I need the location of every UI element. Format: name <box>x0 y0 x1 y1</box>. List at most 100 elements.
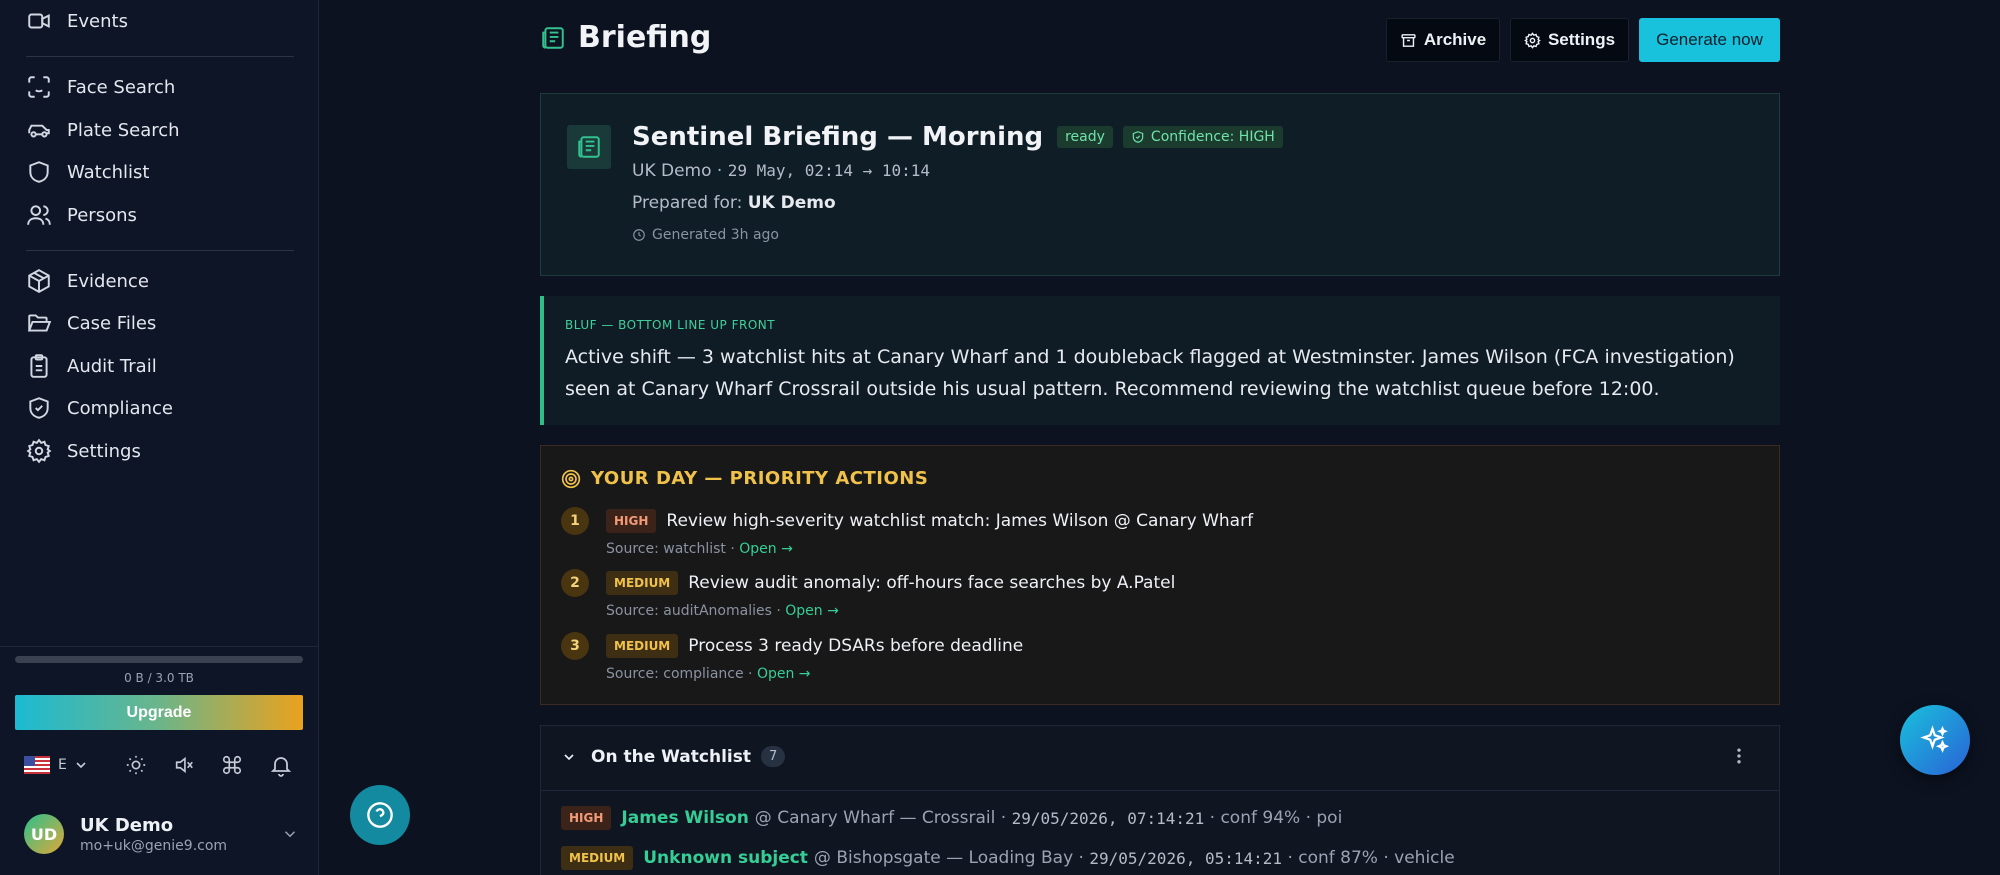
sidebar-item-label: Watchlist <box>67 161 150 183</box>
bluf-text: Active shift — 3 watchlist hits at Canar… <box>565 346 1735 400</box>
generate-now-button[interactable]: Generate now <box>1639 18 1780 62</box>
settings-button[interactable]: Settings <box>1510 18 1629 62</box>
clipboard-icon <box>26 353 52 379</box>
table-row[interactable]: HIGH James Wilson @ Canary Wharf — Cross… <box>561 806 1342 830</box>
more-vertical-icon <box>1737 748 1741 764</box>
sidebar-item-label: Settings <box>67 440 141 462</box>
briefing-window: 29 May, 02:14 → 10:14 <box>727 161 931 180</box>
table-row[interactable]: MEDIUM Unknown subject @ Bishopsgate — L… <box>561 846 1455 870</box>
archive-label: Archive <box>1423 30 1487 49</box>
theme-toggle[interactable] <box>125 754 147 776</box>
sidebar-item-label: Persons <box>67 204 137 226</box>
action-source-text: Source: watchlist · <box>606 541 735 557</box>
mute-toggle[interactable] <box>173 754 195 776</box>
generated-text: Generated 3h ago <box>652 227 779 243</box>
speaker-muted-icon <box>175 756 193 774</box>
face-scan-icon <box>26 74 52 100</box>
list-item: 1 HIGH Review high-severity watchlist ma… <box>561 506 1253 557</box>
action-number: 2 <box>561 569 589 597</box>
sidebar-item-plate-search[interactable]: Plate Search <box>26 113 180 147</box>
action-source: Source: compliance · Open → <box>606 666 1023 682</box>
action-source: Source: watchlist · Open → <box>606 541 1253 557</box>
sidebar-item-evidence[interactable]: Evidence <box>26 264 149 298</box>
subject-name[interactable]: Unknown subject <box>643 848 808 868</box>
car-icon <box>26 117 52 143</box>
page-title-text: Briefing <box>578 20 712 55</box>
action-text: Review audit anomaly: off-hours face sea… <box>688 573 1176 593</box>
watchlist-section-toggle[interactable]: On the Watchlist 7 <box>561 746 786 767</box>
user-info: UK Demo mo+uk@genie9.com <box>80 815 227 854</box>
sun-icon <box>126 755 146 775</box>
command-icon <box>222 755 241 775</box>
user-menu[interactable]: UD UK Demo mo+uk@genie9.com <box>24 810 299 858</box>
action-source: Source: auditAnomalies · Open → <box>606 603 1175 619</box>
newspaper-icon <box>540 25 566 51</box>
user-name: UK Demo <box>80 814 174 836</box>
confidence-text: Confidence: HIGH <box>1150 129 1275 145</box>
action-number: 3 <box>561 632 589 660</box>
newspaper-icon <box>567 125 611 169</box>
priority-badge: MEDIUM <box>561 846 634 870</box>
prepared-for-value: UK Demo <box>747 193 836 213</box>
confidence-badge: Confidence: HIGH <box>1122 126 1283 148</box>
watchlist-divider <box>541 790 1779 791</box>
hit-location: @ Bishopsgate — Loading Bay · <box>813 848 1084 868</box>
users-icon <box>26 202 52 228</box>
briefing-title-row: Sentinel Briefing — Morning ready Confid… <box>632 122 1293 152</box>
avatar: UD <box>24 814 64 854</box>
upgrade-button[interactable]: Upgrade <box>15 695 303 730</box>
storage-progress <box>15 656 303 663</box>
sidebar-item-face-search[interactable]: Face Search <box>26 70 175 104</box>
help-circle-icon <box>367 802 393 828</box>
hit-location: @ Canary Wharf — Crossrail · <box>754 808 1007 828</box>
ai-assistant-button[interactable] <box>1900 705 1970 775</box>
box-icon <box>26 268 52 294</box>
sidebar-item-label: Events <box>67 10 128 32</box>
command-palette-button[interactable] <box>221 754 243 776</box>
briefing-title: Sentinel Briefing — Morning <box>632 122 1044 152</box>
subject-name[interactable]: James Wilson <box>621 808 748 828</box>
sidebar-item-compliance[interactable]: Compliance <box>26 391 173 425</box>
folder-icon <box>26 310 52 336</box>
us-flag-icon <box>24 756 50 774</box>
sidebar-item-label: Compliance <box>67 397 173 419</box>
hit-time: 29/05/2026, 05:14:21 <box>1089 848 1283 868</box>
shield-check-icon <box>1132 131 1144 143</box>
sidebar-item-label: Plate Search <box>67 119 180 141</box>
open-link[interactable]: Open → <box>785 603 839 619</box>
action-text: Review high-severity watchlist match: Ja… <box>666 511 1254 531</box>
sidebar-item-label: Case Files <box>67 312 157 334</box>
action-source-text: Source: auditAnomalies · <box>606 603 781 619</box>
sidebar-divider <box>26 250 294 251</box>
priority-badge: HIGH <box>561 806 612 830</box>
priority-actions-title: YOUR DAY — PRIORITY ACTIONS <box>591 468 929 489</box>
open-link[interactable]: Open → <box>757 666 811 682</box>
clock-icon <box>633 229 645 241</box>
sidebar-item-label: Face Search <box>67 76 176 98</box>
sidebar-item-settings[interactable]: Settings <box>26 434 141 468</box>
sidebar-item-watchlist[interactable]: Watchlist <box>26 155 149 189</box>
notifications-button[interactable] <box>269 753 293 777</box>
priority-actions-card: YOUR DAY — PRIORITY ACTIONS 1 HIGH Revie… <box>540 445 1780 705</box>
chevron-down-icon <box>76 762 86 769</box>
help-button[interactable] <box>350 785 410 845</box>
action-number: 1 <box>561 507 589 535</box>
sidebar-item-audit-trail[interactable]: Audit Trail <box>26 349 157 383</box>
bell-icon <box>270 757 292 777</box>
language-selector[interactable]: E <box>24 756 89 774</box>
sidebar-item-persons[interactable]: Persons <box>26 198 137 232</box>
watchlist-count: 7 <box>760 746 786 767</box>
more-options-button[interactable] <box>1729 746 1749 766</box>
open-link[interactable]: Open → <box>739 541 793 557</box>
list-item: 2 MEDIUM Review audit anomaly: off-hours… <box>561 568 1175 619</box>
hit-detail: · conf 87% · vehicle <box>1287 848 1455 868</box>
target-icon <box>561 469 581 488</box>
sidebar-item-label: Evidence <box>67 270 149 292</box>
sidebar-item-events[interactable]: Events <box>26 4 128 38</box>
archive-button[interactable]: Archive <box>1386 18 1500 62</box>
list-item: 3 MEDIUM Process 3 ready DSARs before de… <box>561 631 1023 682</box>
briefing-generated: Generated 3h ago <box>632 227 779 243</box>
briefing-summary-card: Sentinel Briefing — Morning ready Confid… <box>540 93 1780 276</box>
sidebar-item-case-files[interactable]: Case Files <box>26 306 156 340</box>
briefing-prepared-for: Prepared for: UK Demo <box>632 193 836 213</box>
